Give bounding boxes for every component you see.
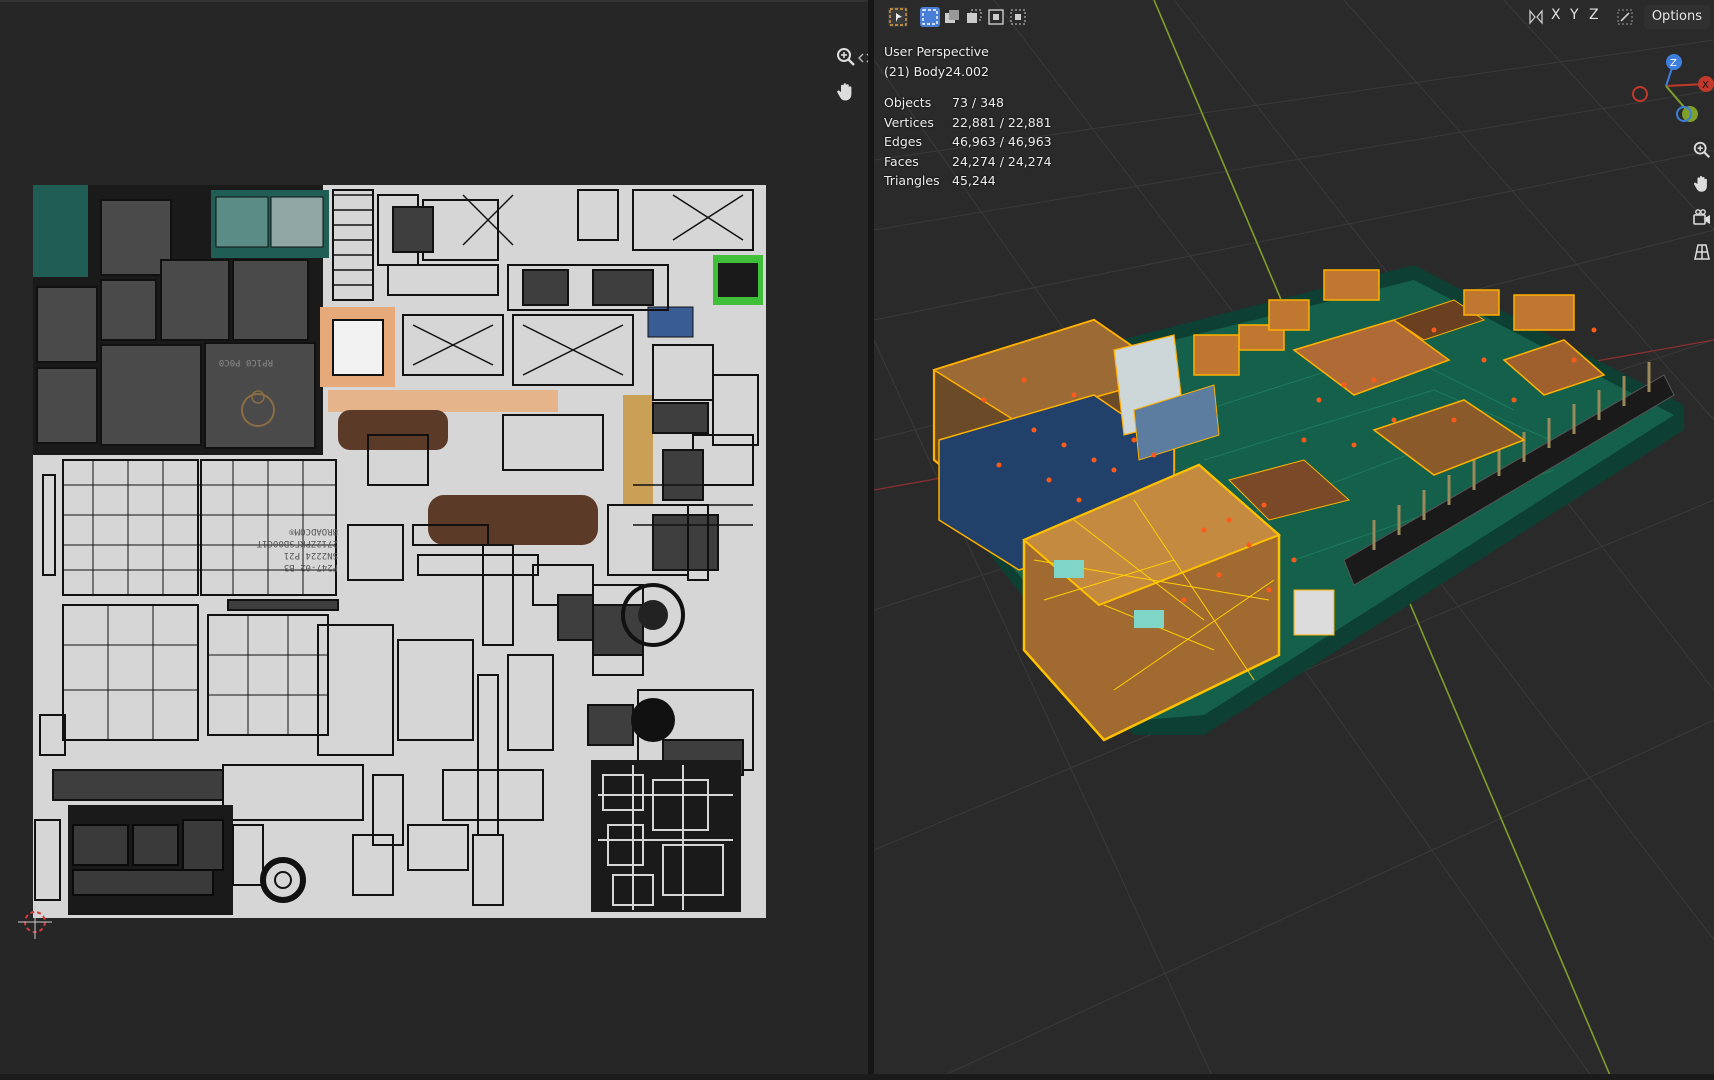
select-mode-icon[interactable] [920,7,940,27]
stat-row: Triangles 45,244 [884,173,996,188]
select-intersect-icon[interactable] [1008,7,1028,27]
cursor-icon[interactable] [18,905,52,939]
uv-editor-header [0,0,868,2]
navigation-gizmo[interactable]: X Z [1614,48,1714,128]
svg-text:X: X [1702,80,1709,91]
viewport-info: User Perspective (21) Body24.002 [884,42,989,81]
pan-icon[interactable] [1688,170,1714,198]
zoom-icon[interactable] [1688,136,1714,164]
stat-row: Vertices 22,881 / 22,881 [884,114,1052,130]
select-subtract-icon[interactable] [964,7,984,27]
select-extend-icon[interactable] [942,7,962,27]
zoom-icon[interactable] [832,43,860,71]
camera-icon[interactable] [1688,204,1714,232]
status-bar [0,1074,1714,1080]
uv-label-part1: 2712ZPKFSB00C1T [256,538,338,548]
uv-label-rp: RP1C0 P0C0 [219,357,273,367]
axis-z-toggle[interactable]: Z [1589,7,1599,23]
stat-row: Objects 73 / 348 [884,95,1004,110]
uv-label-broadcom: BROADCOM® [289,526,338,536]
axis-x-toggle[interactable]: X [1551,7,1561,23]
mirror-icon[interactable] [1526,7,1546,27]
scene-statistics: Objects 73 / 348 Vertices 22,881 / 22,881 … [884,93,1052,191]
options-button[interactable]: Options [1643,5,1710,29]
blender-app: RP1C0 P0C0 F247-02 B3 SN2224 P21 2712ZPK… [0,0,1714,1080]
svg-text:Z: Z [1670,58,1677,69]
uv-label-part3: F247-02 B3 [284,562,338,572]
uv-texture-map[interactable]: RP1C0 P0C0 F247-02 B3 SN2224 P21 2712ZPK… [33,185,766,918]
grid-icon[interactable] [1688,238,1714,266]
view-name: User Perspective [884,44,989,59]
stat-row: Faces 24,274 / 24,274 [884,153,1052,169]
axis-y-toggle[interactable]: Y [1570,7,1579,23]
active-object-name: (21) Body24.002 [884,63,989,79]
uv-label-part2: SN2224 P21 [284,550,338,560]
select-tool-icon[interactable] [888,7,908,27]
viewport-header: X Y Z Options [874,0,1714,34]
stat-row: Edges 46,963 / 46,963 [884,134,1052,149]
uv-editor[interactable]: RP1C0 P0C0 F247-02 B3 SN2224 P21 2712ZPK… [0,0,872,1080]
pan-icon[interactable] [832,78,860,106]
gizmo-neg-x[interactable] [1632,86,1648,102]
snap-icon[interactable] [1615,7,1635,27]
select-invert-icon[interactable] [986,7,1006,27]
3d-viewport[interactable]: X Y Z Options User Perspective (21) Body… [874,0,1714,1080]
